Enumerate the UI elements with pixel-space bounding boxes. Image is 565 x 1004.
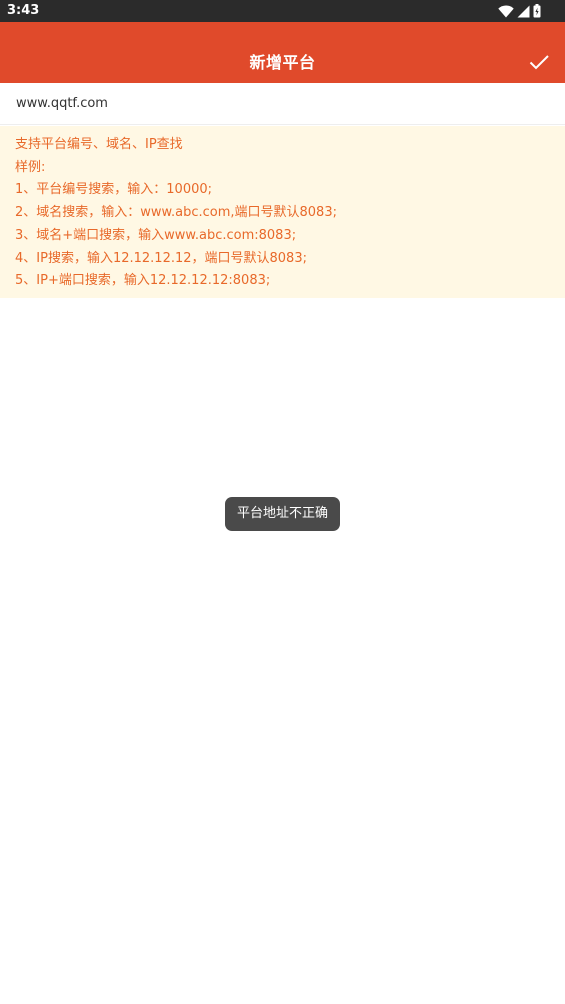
hint-line: 3、域名+端口搜索，输入www.abc.com:8083; (15, 227, 297, 243)
hint-panel: 支持平台编号、域名、IP查找 样例: 1、平台编号搜索，输入：10000; 2、… (0, 126, 565, 298)
hint-line: 样例: (15, 159, 46, 175)
hint-line: 4、IP搜索，输入12.12.12.12，端口号默认8083; (15, 250, 307, 266)
hint-line: 5、IP+端口搜索，输入12.12.12.12:8083; (15, 273, 271, 289)
platform-address-input[interactable] (0, 83, 565, 124)
hint-line: 2、域名搜索，输入：www.abc.com,端口号默认8083; (15, 205, 337, 221)
page-title: 新增平台 (249, 53, 316, 72)
status-time: 3:43 (7, 3, 40, 18)
confirm-button[interactable] (527, 50, 551, 74)
toast-message: 平台地址不正确 (225, 497, 340, 531)
hint-line: 1、平台编号搜索，输入：10000; (15, 182, 213, 198)
battery-icon (533, 4, 541, 18)
check-icon (529, 55, 549, 70)
hint-line: 支持平台编号、域名、IP查找 (15, 137, 183, 152)
wifi-icon (498, 4, 514, 17)
status-icons (498, 4, 541, 18)
status-bar: 3:43 (0, 0, 565, 22)
cellular-signal-icon (517, 5, 530, 17)
app-bar: 新增平台 (0, 22, 565, 83)
address-row (0, 83, 565, 125)
